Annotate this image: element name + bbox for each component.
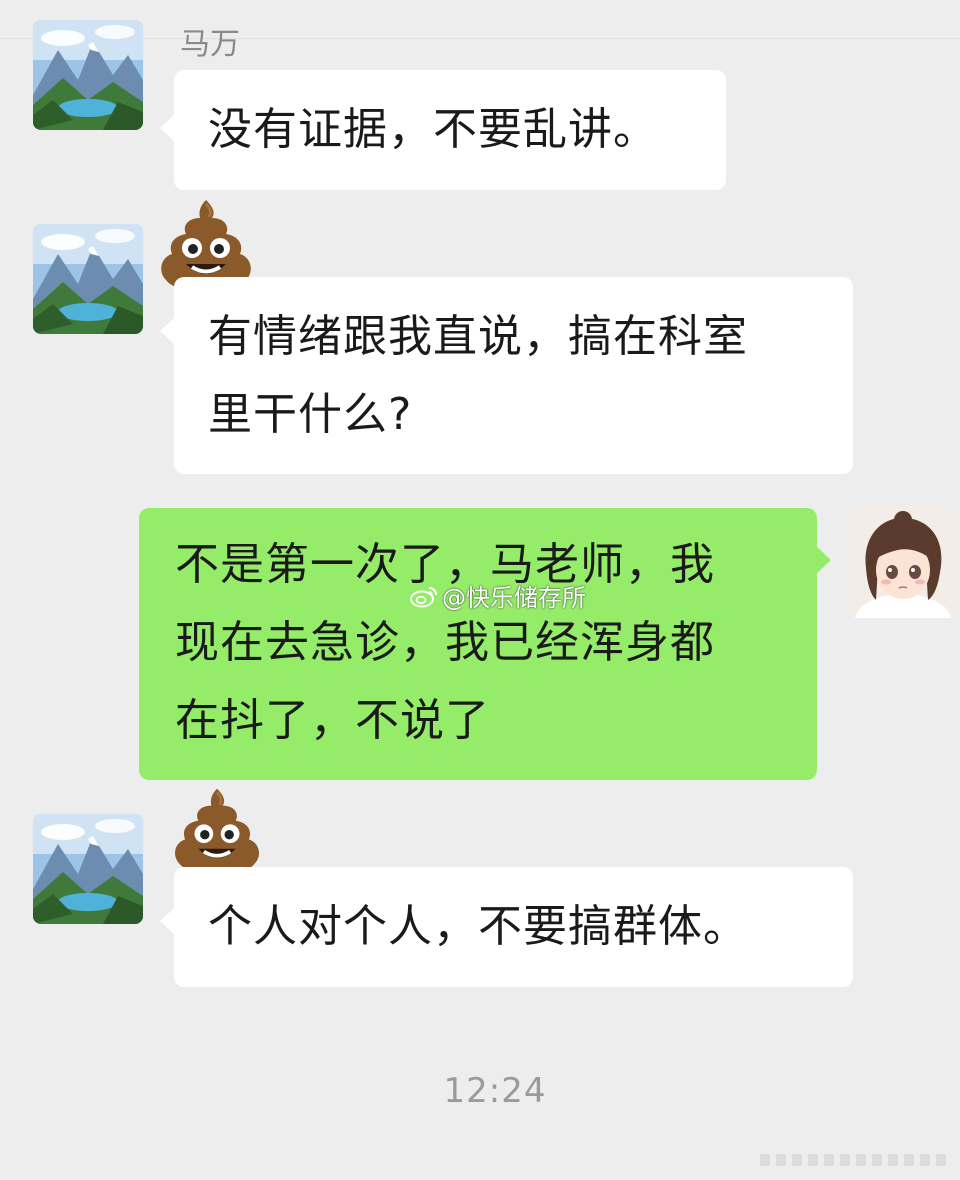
watermark-text: @快乐储存所 xyxy=(442,584,586,612)
poop-emoji-icon xyxy=(172,785,262,875)
bubble-tail xyxy=(160,318,174,344)
sender-name: 马万 xyxy=(180,27,240,62)
contact-avatar[interactable] xyxy=(33,20,143,130)
message-text: 没有证据，不要乱讲。 xyxy=(208,104,658,155)
message-bubble-incoming[interactable]: 个人对个人，不要搞群体。 xyxy=(174,867,853,987)
message-text-line: 现在去急诊，我已经浑身都 xyxy=(175,617,715,668)
bubble-tail xyxy=(160,115,174,141)
message-timestamp: 12:24 xyxy=(443,1071,547,1111)
self-avatar[interactable] xyxy=(848,508,958,618)
landscape-avatar-icon xyxy=(33,20,143,130)
girl-avatar-icon xyxy=(848,508,958,618)
weibo-icon xyxy=(410,584,438,608)
message-text-line: 有情绪跟我直说，搞在科室 xyxy=(208,311,748,362)
message-text-line: 里干什么? xyxy=(208,389,413,440)
contact-avatar[interactable] xyxy=(33,814,143,924)
message-text-line: 在抖了，不说了 xyxy=(175,695,490,746)
watermark: @快乐储存所 xyxy=(410,578,586,613)
message-bubble-incoming[interactable]: 有情绪跟我直说，搞在科室 里干什么? xyxy=(174,277,853,474)
message-text: 个人对个人，不要搞群体。 xyxy=(208,901,748,952)
landscape-avatar-icon xyxy=(33,814,143,924)
bubble-tail xyxy=(160,908,174,934)
scroll-indicator xyxy=(760,1154,946,1166)
bubble-tail xyxy=(817,547,831,573)
contact-avatar[interactable] xyxy=(33,224,143,334)
message-bubble-incoming[interactable]: 没有证据，不要乱讲。 xyxy=(174,70,726,190)
landscape-avatar-icon xyxy=(33,224,143,334)
message-bubble-outgoing[interactable]: 不是第一次了，马老师，我 现在去急诊，我已经浑身都 在抖了，不说了 xyxy=(139,508,817,780)
top-divider xyxy=(0,0,960,39)
